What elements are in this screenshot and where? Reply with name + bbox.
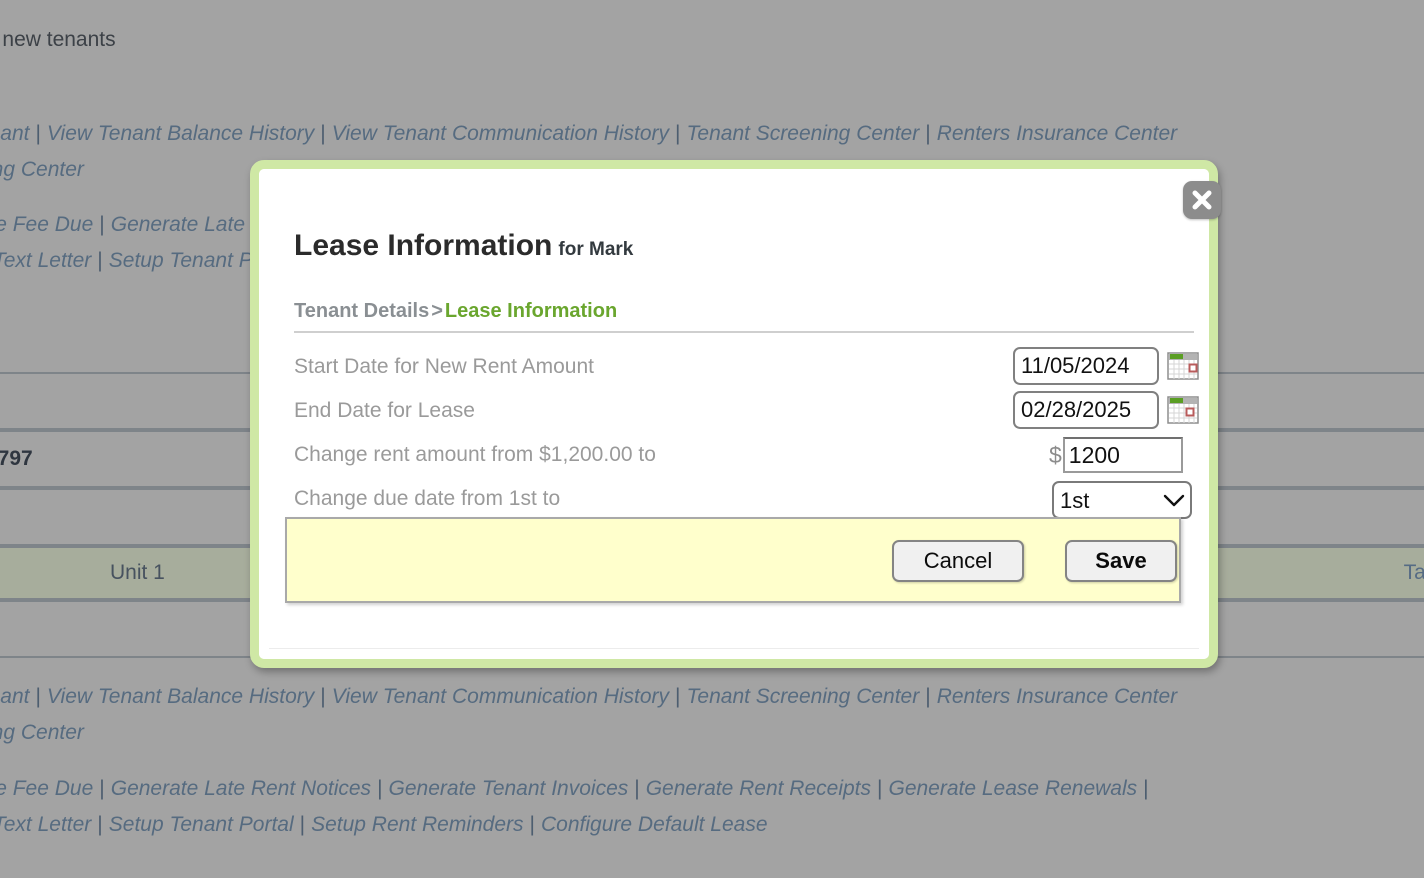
- bg-link[interactable]: View Tenant Communication History: [332, 122, 669, 145]
- bg-link[interactable]: Tenant Screening Center: [687, 122, 920, 145]
- bg-link[interactable]: Generate Rent Receipts: [646, 777, 871, 800]
- start-date-input[interactable]: [1013, 347, 1159, 385]
- form-row-rent-amount: Change rent amount from $1,200.00 to $: [259, 437, 1209, 481]
- breadcrumb-parent[interactable]: Tenant Details: [294, 300, 429, 322]
- rent-amount-input[interactable]: [1063, 437, 1183, 473]
- bg-link[interactable]: Generate Lease Renewals: [888, 777, 1137, 800]
- separator: |: [669, 685, 686, 708]
- bg-link[interactable]: Late Fee Due: [0, 213, 93, 236]
- due-date-control: 1st2nd3rd4th5th15thLast Day: [259, 481, 1209, 519]
- separator: |: [371, 777, 388, 800]
- header-divider: [294, 331, 1194, 333]
- page-title-subject: for Mark: [558, 239, 633, 260]
- background-link-row-7: Late Fee Due|Generate Late Rent Notices|…: [0, 777, 1155, 801]
- bg-link[interactable]: Configure Default Lease: [541, 813, 767, 836]
- bg-link[interactable]: ail/Text Letter: [0, 813, 91, 836]
- page-title: Lease Information for Mark: [294, 229, 633, 263]
- separator: |: [524, 813, 541, 836]
- form-row-end-date: End Date for Lease: [259, 393, 1209, 437]
- calendar-icon[interactable]: [1167, 350, 1199, 382]
- separator: |: [294, 813, 311, 836]
- close-x-glyph: [1183, 181, 1221, 219]
- background-link-row-6: tising Center: [0, 721, 84, 745]
- breadcrumb-separator: >: [429, 300, 445, 322]
- end-date-input[interactable]: [1013, 391, 1159, 429]
- bg-link[interactable]: Tenant: [0, 122, 29, 145]
- start-date-label: Start Date for New Rent Amount: [294, 355, 594, 379]
- form-row-start-date: Start Date for New Rent Amount: [259, 349, 1209, 393]
- bg-link[interactable]: View Tenant Communication History: [332, 685, 669, 708]
- table-cell-unit: Unit 1: [110, 561, 165, 585]
- separator: |: [669, 122, 686, 145]
- breadcrumb: Tenant Details>Lease Information: [294, 300, 617, 323]
- breadcrumb-current: Lease Information: [445, 300, 617, 322]
- lease-form: Start Date for New Rent Amount: [259, 349, 1209, 525]
- cancel-button[interactable]: Cancel: [892, 540, 1024, 582]
- bg-link[interactable]: Renters Insurance Center: [937, 122, 1177, 145]
- bg-link[interactable]: Tenant: [0, 685, 29, 708]
- separator: |: [919, 122, 936, 145]
- separator: |: [93, 213, 110, 236]
- table-cell-address: ont, CA, 79797: [0, 447, 33, 471]
- separator: |: [29, 122, 46, 145]
- rent-amount-control: $: [1049, 437, 1183, 473]
- bg-link[interactable]: Setup Tenant Portal: [109, 813, 294, 836]
- separator: |: [919, 685, 936, 708]
- end-date-label: End Date for Lease: [294, 399, 475, 423]
- lease-information-dialog: Lease Information for Mark Tenant Details…: [250, 160, 1218, 668]
- bg-link[interactable]: Generate Tenant Invoices: [389, 777, 629, 800]
- background-heading: ayments for all new tenants: [0, 28, 116, 52]
- footer-divider: [269, 648, 1199, 649]
- separator: |: [628, 777, 645, 800]
- page-title-text: Lease Information: [294, 229, 552, 262]
- background-link-row-5: Tenant|View Tenant Balance History|View …: [0, 685, 1177, 709]
- bg-link[interactable]: View Tenant Balance History: [47, 685, 314, 708]
- due-date-select[interactable]: 1st2nd3rd4th5th15thLast Day: [1052, 481, 1192, 519]
- table-cell-action[interactable]: Take: [1404, 561, 1424, 585]
- separator: |: [29, 685, 46, 708]
- bg-link[interactable]: ail/Text Letter: [0, 249, 91, 272]
- separator: |: [91, 249, 108, 272]
- separator: |: [1137, 777, 1154, 800]
- separator: |: [314, 685, 331, 708]
- rent-amount-label: Change rent amount from $1,200.00 to: [294, 443, 656, 467]
- currency-symbol: $: [1049, 437, 1063, 473]
- bg-link[interactable]: Renters Insurance Center: [937, 685, 1177, 708]
- separator: |: [314, 122, 331, 145]
- background-link-row-1: Tenant|View Tenant Balance History|View …: [0, 122, 1177, 146]
- bg-link[interactable]: View Tenant Balance History: [47, 122, 314, 145]
- separator: |: [91, 813, 108, 836]
- background-link-row-2: tising Center: [0, 158, 84, 182]
- bg-link[interactable]: Setup Rent Reminders: [311, 813, 523, 836]
- bg-link[interactable]: Generate Late Rent Notices: [111, 777, 371, 800]
- close-icon[interactable]: [1183, 181, 1221, 219]
- save-button[interactable]: Save: [1065, 540, 1177, 582]
- action-panel: Cancel Save: [285, 517, 1181, 603]
- bg-link[interactable]: tising Center: [0, 158, 84, 181]
- bg-link[interactable]: tising Center: [0, 721, 84, 744]
- background-link-row-8: ail/Text Letter|Setup Tenant Portal|Setu…: [0, 813, 768, 837]
- calendar-icon[interactable]: [1167, 394, 1199, 426]
- bg-link[interactable]: Tenant Screening Center: [687, 685, 920, 708]
- separator: |: [871, 777, 888, 800]
- bg-link[interactable]: Late Fee Due: [0, 777, 93, 800]
- separator: |: [93, 777, 110, 800]
